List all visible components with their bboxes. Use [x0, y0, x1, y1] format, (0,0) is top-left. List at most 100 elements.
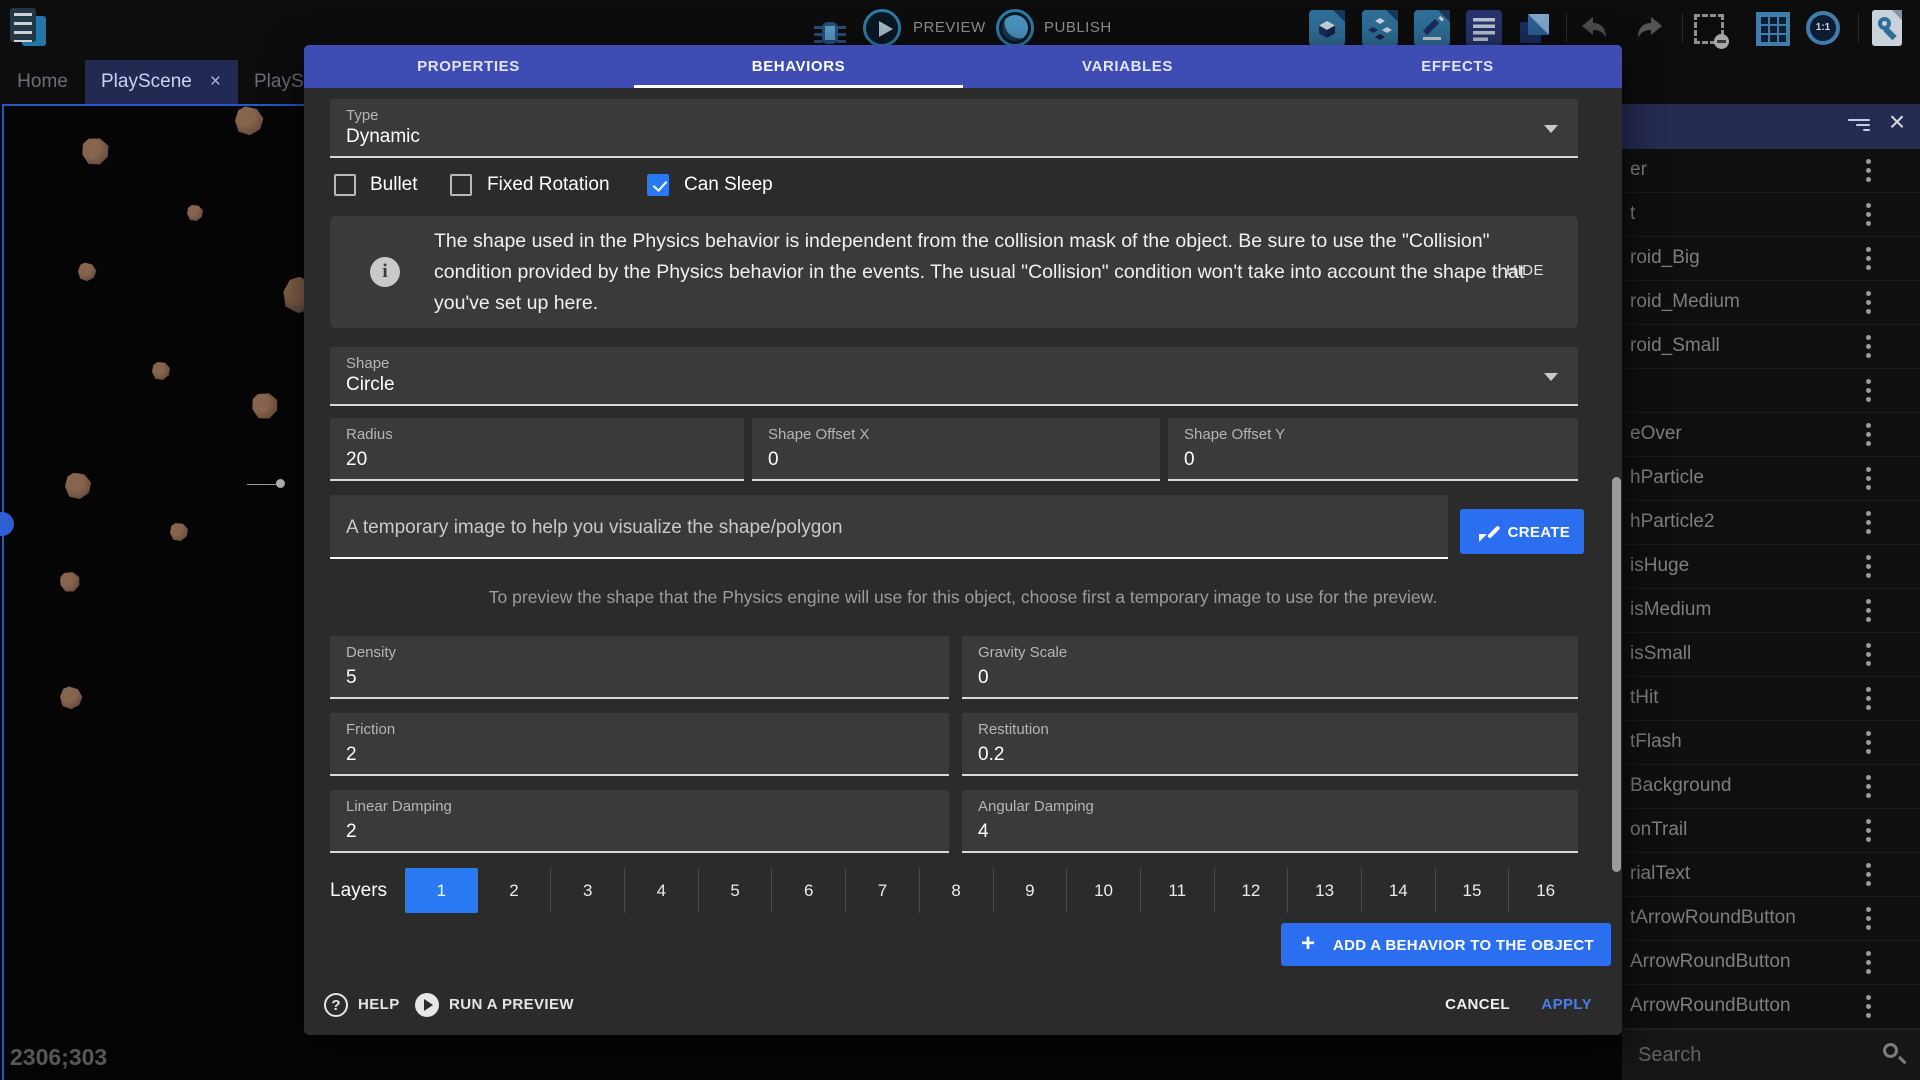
friction-field[interactable]: Friction 2 [330, 713, 949, 776]
edit-pencil-icon[interactable] [1414, 10, 1450, 46]
item-menu-icon[interactable] [1866, 819, 1872, 846]
item-menu-icon[interactable] [1866, 335, 1872, 362]
layer-button-15[interactable]: 15 [1435, 868, 1509, 913]
mask-selection-icon[interactable] [1694, 14, 1724, 44]
project-manager-icon[interactable] [10, 8, 48, 50]
publish-globe-icon[interactable] [996, 9, 1034, 47]
object-list-item[interactable]: isMedium [1622, 589, 1920, 633]
item-menu-icon[interactable] [1866, 291, 1872, 318]
item-menu-icon[interactable] [1866, 907, 1872, 934]
publish-button[interactable]: PUBLISH [1044, 19, 1112, 36]
object-list-item[interactable] [1622, 369, 1920, 413]
tab-variables[interactable]: VARIABLES [963, 45, 1292, 88]
tab-effects[interactable]: EFFECTS [1293, 45, 1622, 88]
object-list-item[interactable]: Background [1622, 765, 1920, 809]
object-list-item[interactable]: ArrowRoundButton [1622, 985, 1920, 1029]
close-panel-icon[interactable]: × [1882, 106, 1912, 138]
tab-behaviors[interactable]: BEHAVIORS [634, 45, 963, 88]
tab-properties[interactable]: PROPERTIES [304, 45, 633, 88]
type-select[interactable]: Type Dynamic [330, 99, 1578, 158]
instances-cubes-icon[interactable] [1362, 10, 1398, 46]
layer-button-12[interactable]: 12 [1214, 868, 1288, 913]
gravity-scale-field[interactable]: Gravity Scale 0 [962, 636, 1578, 699]
object-list-item[interactable]: er [1622, 149, 1920, 193]
temp-image-field[interactable]: A temporary image to help you visualize … [330, 495, 1448, 559]
layer-button-10[interactable]: 10 [1066, 868, 1140, 913]
layer-button-14[interactable]: 14 [1361, 868, 1435, 913]
density-field[interactable]: Density 5 [330, 636, 949, 699]
layer-button-2[interactable]: 2 [478, 868, 551, 913]
search-input[interactable] [1638, 1040, 1868, 1070]
shape-offset-y-field[interactable]: Shape Offset Y 0 [1168, 418, 1578, 481]
object-list-item[interactable]: hParticle2 [1622, 501, 1920, 545]
layer-button-8[interactable]: 8 [919, 868, 993, 913]
object-list-item[interactable]: onTrail [1622, 809, 1920, 853]
restitution-field[interactable]: Restitution 0.2 [962, 713, 1578, 776]
object-list-item[interactable]: roid_Big [1622, 237, 1920, 281]
item-menu-icon[interactable] [1866, 511, 1872, 538]
create-button[interactable]: CREATE [1460, 509, 1584, 554]
add-behavior-button[interactable]: + ADD A BEHAVIOR TO THE OBJECT [1281, 923, 1611, 966]
item-menu-icon[interactable] [1866, 599, 1872, 626]
layer-button-4[interactable]: 4 [624, 868, 698, 913]
angular-damping-field[interactable]: Angular Damping 4 [962, 790, 1578, 853]
object-list-item[interactable]: eOver [1622, 413, 1920, 457]
objects-cube-icon[interactable] [1309, 10, 1345, 46]
item-menu-icon[interactable] [1866, 863, 1872, 890]
object-list-item[interactable]: isHuge [1622, 545, 1920, 589]
close-tab-icon[interactable]: × [210, 60, 221, 104]
shape-offset-x-field[interactable]: Shape Offset X 0 [752, 418, 1160, 481]
tools-wrench-icon[interactable] [1872, 10, 1902, 46]
shape-select[interactable]: Shape Circle [330, 347, 1578, 406]
object-list-item[interactable]: tFlash [1622, 721, 1920, 765]
help-button[interactable]: HELP [358, 993, 400, 1017]
undo-icon[interactable] [1578, 10, 1614, 46]
item-menu-icon[interactable] [1866, 159, 1872, 186]
item-menu-icon[interactable] [1866, 203, 1872, 230]
item-menu-icon[interactable] [1866, 555, 1872, 582]
layer-button-16[interactable]: 16 [1508, 868, 1582, 913]
item-menu-icon[interactable] [1866, 995, 1872, 1022]
item-menu-icon[interactable] [1866, 643, 1872, 670]
item-menu-icon[interactable] [1866, 951, 1872, 978]
item-menu-icon[interactable] [1866, 731, 1872, 758]
object-list-item[interactable]: tArrowRoundButton [1622, 897, 1920, 941]
fixed-rotation-checkbox[interactable] [450, 174, 472, 196]
run-preview-icon[interactable] [415, 993, 439, 1017]
events-list-icon[interactable] [1466, 10, 1502, 46]
layer-button-7[interactable]: 7 [845, 868, 919, 913]
layer-button-3[interactable]: 3 [550, 868, 624, 913]
object-list-item[interactable]: t [1622, 193, 1920, 237]
object-list-item[interactable]: tHit [1622, 677, 1920, 721]
linear-damping-field[interactable]: Linear Damping 2 [330, 790, 949, 853]
layer-button-9[interactable]: 9 [993, 868, 1067, 913]
item-menu-icon[interactable] [1866, 775, 1872, 802]
help-icon[interactable]: ? [324, 993, 348, 1017]
layer-button-5[interactable]: 5 [698, 868, 772, 913]
item-menu-icon[interactable] [1866, 247, 1872, 274]
run-preview-button[interactable]: RUN A PREVIEW [449, 993, 574, 1017]
item-menu-icon[interactable] [1866, 423, 1872, 450]
redo-icon[interactable] [1630, 10, 1666, 46]
bullet-checkbox[interactable] [334, 174, 356, 196]
tab-playscene[interactable]: PlayScene× [85, 60, 238, 104]
layer-button-13[interactable]: 13 [1287, 868, 1361, 913]
grid-icon[interactable] [1756, 12, 1790, 46]
item-menu-icon[interactable] [1866, 687, 1872, 714]
tab-home[interactable]: Home [0, 60, 85, 104]
cancel-button[interactable]: CANCEL [1445, 993, 1510, 1017]
hide-button[interactable]: HIDE [1506, 262, 1544, 279]
item-menu-icon[interactable] [1866, 379, 1872, 406]
object-list-item[interactable]: isSmall [1622, 633, 1920, 677]
object-list-item[interactable]: hParticle [1622, 457, 1920, 501]
object-list-item[interactable]: rialText [1622, 853, 1920, 897]
preview-button[interactable]: PREVIEW [913, 19, 986, 36]
radius-field[interactable]: Radius 20 [330, 418, 744, 481]
filter-icon[interactable] [1848, 119, 1870, 133]
object-list-item[interactable]: roid_Medium [1622, 281, 1920, 325]
object-list-item[interactable]: roid_Small [1622, 325, 1920, 369]
layers-icon[interactable] [1516, 10, 1552, 46]
layer-button-6[interactable]: 6 [771, 868, 845, 913]
layer-button-1[interactable]: 1 [405, 868, 478, 913]
can-sleep-checkbox[interactable] [647, 174, 669, 196]
